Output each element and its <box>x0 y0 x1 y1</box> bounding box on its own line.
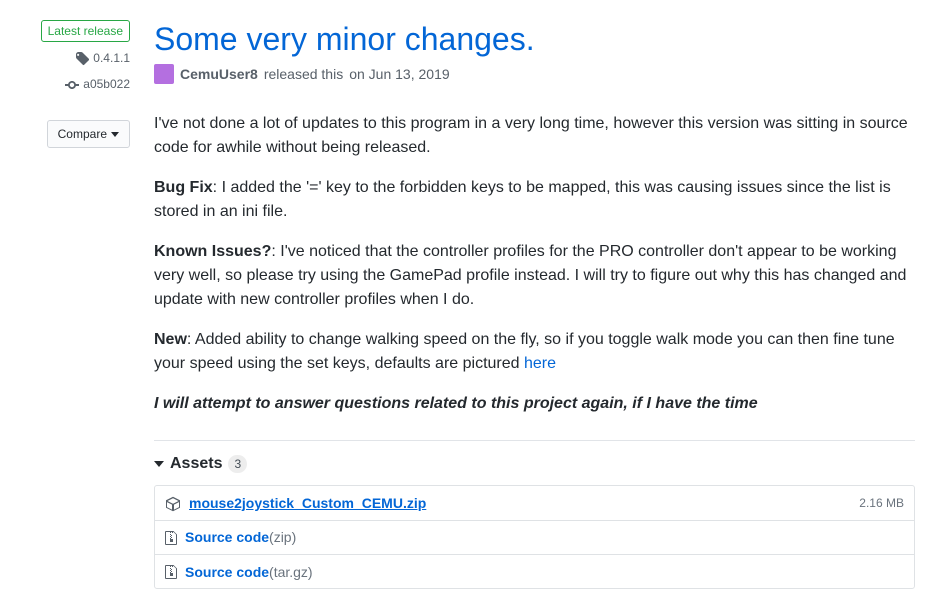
released-prefix: released this <box>264 66 343 82</box>
caret-down-icon <box>111 124 119 144</box>
assets-toggle[interactable]: Assets 3 <box>154 455 915 473</box>
asset-link[interactable]: mouse2joystick_Custom_CEMU.zip <box>189 495 426 511</box>
assets-label: Assets <box>170 455 222 473</box>
footer-em: I will attempt to answer questions relat… <box>154 395 758 412</box>
latest-release-badge: Latest release <box>41 20 130 42</box>
compare-button[interactable]: Compare <box>47 120 130 148</box>
assets-count-badge: 3 <box>228 455 247 473</box>
caret-down-icon <box>154 455 164 473</box>
tag-link[interactable]: 0.4.1.1 <box>93 48 130 68</box>
here-link[interactable]: here <box>524 355 556 372</box>
assets-list: mouse2joystick_Custom_CEMU.zip 2.16 MB S… <box>154 485 915 589</box>
tag-icon <box>75 48 89 68</box>
asset-link[interactable]: Source code <box>185 529 269 545</box>
file-zip-icon <box>165 563 177 580</box>
file-zip-icon <box>165 529 177 546</box>
author-link[interactable]: CemuUser8 <box>180 66 258 82</box>
body-bugfix: Bug Fix: I added the '=' key to the forb… <box>154 176 915 224</box>
release-sidebar: Latest release 0.4.1.1 a05b022 Compare <box>30 20 130 589</box>
bugfix-text: : I added the '=' key to the forbidden k… <box>154 179 891 220</box>
asset-name: Source code <box>185 529 269 545</box>
body-new: New: Added ability to change walking spe… <box>154 328 915 376</box>
commit-link[interactable]: a05b022 <box>83 74 130 94</box>
release-body-text: I've not done a lot of updates to this p… <box>154 112 915 416</box>
release-meta: CemuUser8 released this on Jun 13, 2019 <box>154 64 915 84</box>
divider <box>154 440 915 441</box>
asset-row: mouse2joystick_Custom_CEMU.zip 2.16 MB <box>155 486 914 519</box>
asset-row: Source code (zip) <box>155 520 914 554</box>
asset-suffix: (tar.gz) <box>269 564 313 580</box>
body-intro: I've not done a lot of updates to this p… <box>154 112 915 160</box>
commit-icon <box>65 74 79 94</box>
tag-line[interactable]: 0.4.1.1 <box>75 48 130 68</box>
asset-suffix: (zip) <box>269 529 296 545</box>
asset-size: 2.16 MB <box>859 496 904 510</box>
asset-link[interactable]: Source code <box>185 564 269 580</box>
commit-line[interactable]: a05b022 <box>65 74 130 94</box>
released-date: on Jun 13, 2019 <box>349 66 449 82</box>
known-issues-label: Known Issues? <box>154 243 271 260</box>
compare-button-label: Compare <box>58 124 107 144</box>
asset-name: Source code <box>185 564 269 580</box>
bugfix-label: Bug Fix <box>154 179 213 196</box>
body-footer-note: I will attempt to answer questions relat… <box>154 392 915 416</box>
body-known-issues: Known Issues?: I've noticed that the con… <box>154 240 915 312</box>
new-label: New <box>154 331 187 348</box>
asset-row: Source code (tar.gz) <box>155 554 914 588</box>
avatar[interactable] <box>154 64 174 84</box>
package-icon <box>165 494 181 511</box>
release-title[interactable]: Some very minor changes. <box>154 20 915 58</box>
